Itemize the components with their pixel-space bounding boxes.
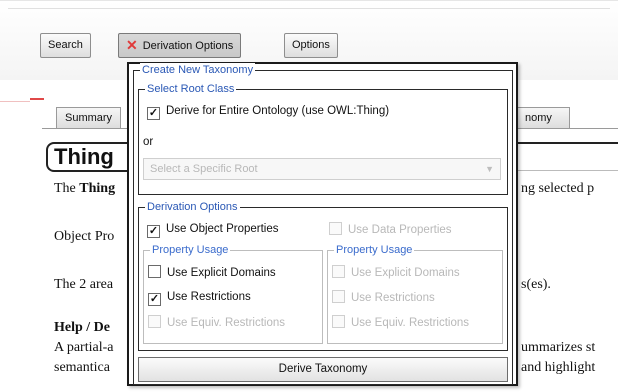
check-icon: ✓ <box>148 107 159 119</box>
summary-line-1-right: ng selected p <box>521 181 595 196</box>
help-line-2-right: and highlight <box>521 360 596 375</box>
data-equiv-restrictions-label: Use Equiv. Restrictions <box>351 317 470 329</box>
tab-summary-label: Summary <box>65 112 113 124</box>
object-explicit-domains-label: Use Explicit Domains <box>167 267 276 279</box>
tab-summary[interactable]: Summary <box>56 107 122 129</box>
help-line-2: semantica <box>54 360 110 375</box>
data-restrictions-checkbox <box>332 290 345 303</box>
use-object-properties-label: Use Object Properties <box>166 223 279 235</box>
page-title: Thing <box>46 142 130 172</box>
object-property-usage-legend: Property Usage <box>150 243 231 257</box>
data-equiv-restrictions-checkbox <box>332 315 345 328</box>
object-explicit-domains-checkbox[interactable] <box>148 265 161 278</box>
object-restrictions-label: Use Restrictions <box>167 291 251 303</box>
derivation-options-button-label: Derivation Options <box>142 40 234 52</box>
tab-taxonomy[interactable]: nomy <box>516 107 570 129</box>
search-button[interactable]: Search <box>40 33 91 58</box>
use-data-properties-label: Use Data Properties <box>348 224 452 236</box>
object-restrictions-checkbox[interactable]: ✓ <box>148 293 161 306</box>
derive-taxonomy-label: Derive Taxonomy <box>278 363 368 375</box>
title-underline-secondary <box>516 170 618 171</box>
use-data-properties-option: Use Data Properties <box>329 222 452 237</box>
summary-line-1-text: The <box>54 181 80 196</box>
derivation-options-group: Derivation Options ✓ Use Object Propertie… <box>138 200 508 351</box>
chevron-down-icon: ▼ <box>485 164 494 174</box>
object-property-usage-group: Property Usage Use Explicit Domains ✓ Use… <box>143 243 323 344</box>
derive-entire-ontology-option[interactable]: ✓ Derive for Entire Ontology (use OWL:Thi… <box>147 104 389 120</box>
data-restrictions-label: Use Restrictions <box>351 292 435 304</box>
data-property-usage-legend: Property Usage <box>334 243 415 257</box>
data-property-usage-group: Property Usage Use Explicit Domains Use … <box>327 243 503 344</box>
object-equiv-restrictions-checkbox <box>148 315 161 328</box>
tab-taxonomy-label: nomy <box>525 112 552 124</box>
use-object-properties-checkbox[interactable]: ✓ <box>147 225 160 238</box>
data-explicit-domains-option: Use Explicit Domains <box>332 265 460 280</box>
derive-entire-label: Derive for Entire Ontology (use OWL:Thin… <box>166 105 390 117</box>
derivation-options-legend: Derivation Options <box>145 200 240 214</box>
check-icon: ✓ <box>149 293 160 305</box>
derivation-options-dialog: Create New Taxonomy Select Root Class ✓ D… <box>127 62 518 386</box>
help-line-1-right: ummarizes st <box>521 340 596 355</box>
root-class-select-placeholder: Select a Specific Root <box>150 163 258 175</box>
select-root-group: Select Root Class ✓ Derive for Entire Ont… <box>138 82 508 195</box>
derive-taxonomy-button[interactable]: Derive Taxonomy <box>138 357 508 382</box>
search-button-label: Search <box>48 39 83 51</box>
create-taxonomy-group: Create New Taxonomy Select Root Class ✓ D… <box>133 63 513 385</box>
close-x-icon: ✕ <box>126 37 138 53</box>
create-taxonomy-legend: Create New Taxonomy <box>140 63 256 77</box>
object-equiv-restrictions-option: Use Equiv. Restrictions <box>148 315 285 330</box>
toolbar-divider <box>8 8 610 9</box>
page-title-text: Thing <box>54 144 114 169</box>
data-explicit-domains-checkbox <box>332 265 345 278</box>
object-explicit-domains-option[interactable]: Use Explicit Domains <box>148 265 276 280</box>
use-object-properties-option[interactable]: ✓ Use Object Properties <box>147 222 279 238</box>
check-icon: ✓ <box>148 225 159 237</box>
object-equiv-restrictions-label: Use Equiv. Restrictions <box>167 317 286 329</box>
areas-line-right: s(es). <box>521 277 551 292</box>
red-divider <box>0 101 30 102</box>
data-explicit-domains-label: Use Explicit Domains <box>351 267 460 279</box>
root-class-select[interactable]: Select a Specific Root ▼ <box>143 158 501 180</box>
data-restrictions-option: Use Restrictions <box>332 290 435 305</box>
or-label: or <box>143 136 154 148</box>
select-root-legend: Select Root Class <box>145 82 237 96</box>
summary-line-1: The Thing <box>54 181 115 197</box>
derive-entire-checkbox[interactable]: ✓ <box>147 107 160 120</box>
use-data-properties-checkbox <box>329 222 342 235</box>
object-properties-line: Object Pro <box>54 229 115 244</box>
data-equiv-restrictions-option: Use Equiv. Restrictions <box>332 315 469 330</box>
options-button[interactable]: Options <box>284 33 338 58</box>
object-restrictions-option[interactable]: ✓ Use Restrictions <box>148 290 251 306</box>
title-underline <box>516 142 618 144</box>
derivation-options-button[interactable]: ✕ Derivation Options <box>118 33 242 58</box>
help-heading: Help / De <box>54 320 110 335</box>
areas-line: The 2 area <box>54 277 114 292</box>
red-accent <box>30 98 44 100</box>
options-button-label: Options <box>292 39 330 51</box>
help-line-1: A partial-a <box>54 340 114 355</box>
summary-line-1-bold: Thing <box>79 181 116 196</box>
